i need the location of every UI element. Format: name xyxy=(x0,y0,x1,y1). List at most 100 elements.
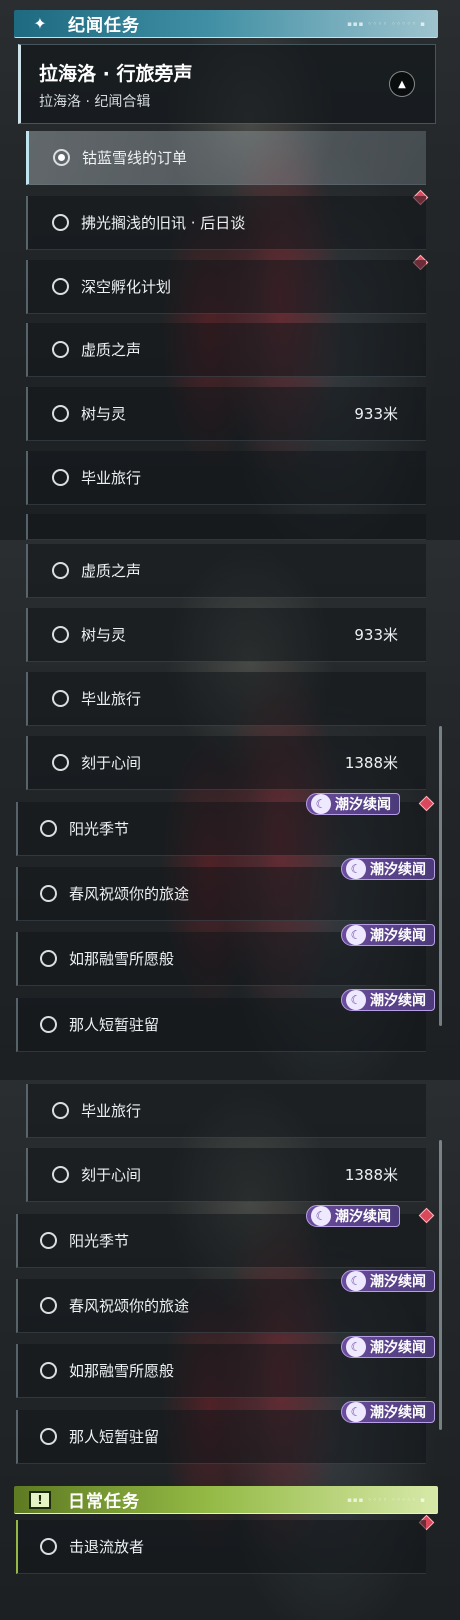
radio-icon xyxy=(52,278,69,295)
quest-label: 春风祝颂你的旅途 xyxy=(69,1297,190,1315)
badge-label: 潮汐续闻 xyxy=(370,1274,426,1290)
radio-icon xyxy=(52,469,69,486)
quest-group-header[interactable]: 拉海洛 · 行旅旁声 拉海洛 · 纪闻合辑 ▲ xyxy=(18,44,436,124)
quest-label: 如那融雪所愿般 xyxy=(69,950,175,968)
group-subtitle: 拉海洛 · 纪闻合辑 xyxy=(39,94,151,110)
quest-panel-top: ✦ 纪闻任务 ▪▪▪ ◦◦◦◦ ◦◦◦◦◦ ▪ 拉海洛 · 行旅旁声 拉海洛 ·… xyxy=(0,0,460,540)
category-title: 纪闻任务 xyxy=(68,16,140,36)
distance-label: 933米 xyxy=(354,405,398,423)
radio-icon xyxy=(52,405,69,422)
quest-label: 毕业旅行 xyxy=(81,1102,142,1120)
moon-icon: ☾ xyxy=(346,1337,366,1357)
moon-icon: ☾ xyxy=(346,859,366,879)
category-title: 日常任务 xyxy=(68,1492,140,1512)
header-decoration: ▪▪▪ ◦◦◦◦ ◦◦◦◦◦ ▪ xyxy=(347,19,426,28)
moon-icon: ☾ xyxy=(311,1206,331,1226)
quest-item[interactable]: 虚质之声 xyxy=(26,323,426,377)
quest-item[interactable]: 毕业旅行 xyxy=(26,451,426,505)
story-quests-header[interactable]: ✦ 纪闻任务 ▪▪▪ ◦◦◦◦ ◦◦◦◦◦ ▪ xyxy=(14,10,438,38)
radio-icon xyxy=(40,1538,57,1555)
scrollbar[interactable] xyxy=(439,1140,442,1430)
radio-icon xyxy=(52,341,69,358)
quest-label: 虚质之声 xyxy=(81,562,142,580)
tide-badge: ☾ 潮汐续闻 xyxy=(341,924,435,946)
radio-icon xyxy=(40,1232,57,1249)
radio-selected-icon xyxy=(53,149,70,166)
radio-icon xyxy=(52,1166,69,1183)
radio-icon xyxy=(40,1016,57,1033)
quest-label: 如那融雪所愿般 xyxy=(69,1362,175,1380)
chevron-up-icon[interactable]: ▲ xyxy=(389,71,415,97)
quest-label: 树与灵 xyxy=(81,626,127,644)
quest-label: 那人短暂驻留 xyxy=(69,1016,160,1034)
quest-label: 阳光季节 xyxy=(69,820,130,838)
moon-icon: ☾ xyxy=(311,794,331,814)
quest-item[interactable]: 钴蓝雪线的订单 xyxy=(26,131,426,185)
quest-item[interactable]: 毕业旅行 xyxy=(26,672,426,726)
daily-quests-header[interactable]: ! 日常任务 ▪▪▪ ◦◦◦◦ ◦◦◦◦◦ ▪ xyxy=(14,1486,438,1514)
radio-icon xyxy=(40,1428,57,1445)
quest-item[interactable]: 树与灵 933米 xyxy=(26,387,426,441)
tide-badge: ☾ 潮汐续闻 xyxy=(306,1205,400,1227)
tide-badge: ☾ 潮汐续闻 xyxy=(341,1336,435,1358)
quest-label: 刻于心间 xyxy=(81,1166,142,1184)
radio-icon xyxy=(40,885,57,902)
quest-panel-middle: 虚质之声 树与灵 933米 毕业旅行 刻于心间 1388米 阳光季节 ☾ 潮汐续… xyxy=(0,540,460,1080)
quest-label: 阳光季节 xyxy=(69,1232,130,1250)
quest-panel-bottom: 毕业旅行 刻于心间 1388米 阳光季节 ☾ 潮汐续闻 春风祝颂你的旅途 ☾ 潮… xyxy=(0,1080,460,1620)
badge-label: 潮汐续闻 xyxy=(335,797,391,813)
quest-label: 树与灵 xyxy=(81,405,127,423)
badge-label: 潮汐续闻 xyxy=(370,1405,426,1421)
moon-icon: ☾ xyxy=(346,1402,366,1422)
quest-label: 刻于心间 xyxy=(81,754,142,772)
radio-icon xyxy=(52,562,69,579)
quest-item[interactable] xyxy=(26,514,426,540)
quest-label: 拂光搁浅的旧讯 · 后日谈 xyxy=(81,214,246,232)
quest-label: 那人短暂驻留 xyxy=(69,1428,160,1446)
tide-badge: ☾ 潮汐续闻 xyxy=(341,1401,435,1423)
radio-icon xyxy=(52,1102,69,1119)
quest-label: 春风祝颂你的旅途 xyxy=(69,885,190,903)
badge-label: 潮汐续闻 xyxy=(335,1209,391,1225)
quest-item[interactable]: 深空孵化计划 xyxy=(26,260,426,314)
group-title: 拉海洛 · 行旅旁声 xyxy=(39,63,193,85)
quest-label: 虚质之声 xyxy=(81,341,142,359)
exclamation-icon: ! xyxy=(20,1487,60,1513)
badge-label: 潮汐续闻 xyxy=(370,928,426,944)
scrollbar[interactable] xyxy=(439,726,442,1026)
quest-label: 毕业旅行 xyxy=(81,690,142,708)
radio-icon xyxy=(40,950,57,967)
badge-label: 潮汐续闻 xyxy=(370,862,426,878)
moon-icon: ☾ xyxy=(346,990,366,1010)
quest-item[interactable]: 刻于心间 1388米 xyxy=(26,1148,426,1202)
radio-icon xyxy=(52,754,69,771)
radio-icon xyxy=(52,626,69,643)
tide-badge: ☾ 潮汐续闻 xyxy=(341,989,435,1011)
tide-badge: ☾ 潮汐续闻 xyxy=(341,1270,435,1292)
radio-icon xyxy=(52,690,69,707)
distance-label: 1388米 xyxy=(344,754,398,772)
radio-icon xyxy=(40,820,57,837)
tide-badge: ☾ 潮汐续闻 xyxy=(341,858,435,880)
distance-label: 1388米 xyxy=(344,1166,398,1184)
moon-icon: ☾ xyxy=(346,1271,366,1291)
header-decoration: ▪▪▪ ◦◦◦◦ ◦◦◦◦◦ ▪ xyxy=(347,1495,426,1504)
sparkle-icon: ✦ xyxy=(33,14,47,33)
distance-label: 933米 xyxy=(354,626,398,644)
quest-item[interactable]: 虚质之声 xyxy=(26,544,426,598)
quest-item[interactable]: 毕业旅行 xyxy=(26,1084,426,1138)
radio-icon xyxy=(40,1297,57,1314)
badge-label: 潮汐续闻 xyxy=(370,1340,426,1356)
quest-label: 钴蓝雪线的订单 xyxy=(82,149,188,167)
quest-item[interactable]: 拂光搁浅的旧讯 · 后日谈 xyxy=(26,196,426,250)
quest-label: 深空孵化计划 xyxy=(81,278,172,296)
quest-label: 毕业旅行 xyxy=(81,469,142,487)
quest-item[interactable]: 击退流放者 xyxy=(16,1520,426,1574)
quest-label: 击退流放者 xyxy=(69,1538,145,1556)
moon-icon: ☾ xyxy=(346,925,366,945)
radio-icon xyxy=(40,1362,57,1379)
quest-item[interactable]: 刻于心间 1388米 xyxy=(26,736,426,790)
tide-badge: ☾ 潮汐续闻 xyxy=(306,793,400,815)
radio-icon xyxy=(52,214,69,231)
quest-item[interactable]: 树与灵 933米 xyxy=(26,608,426,662)
